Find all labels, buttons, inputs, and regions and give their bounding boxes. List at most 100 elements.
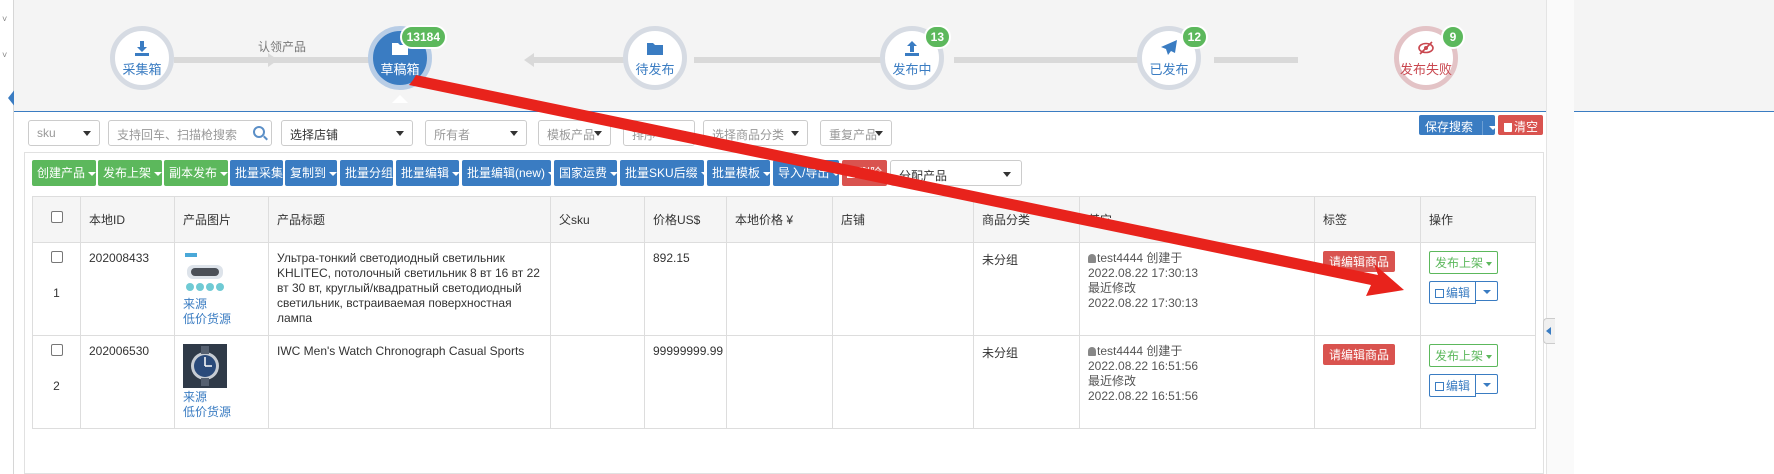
claim-product-link[interactable]: 认领产品: [258, 38, 306, 55]
chevron-down-icon: [832, 171, 841, 176]
chevron-down-icon[interactable]: [1488, 125, 1497, 130]
chevron-down-icon: [1486, 261, 1493, 266]
sort-select[interactable]: 排序: [623, 120, 695, 146]
search-input[interactable]: 支持回车、扫描枪搜索: [108, 120, 272, 146]
step-published[interactable]: 已发布 12: [1137, 25, 1208, 90]
step-publish-failed[interactable]: 发布失败 9: [1394, 25, 1465, 90]
divider: [1482, 120, 1484, 135]
duplicate-product-select[interactable]: 重复产品: [820, 120, 892, 146]
edit-button[interactable]: 编辑: [1429, 374, 1477, 397]
delete-button[interactable]: 删除: [842, 160, 887, 186]
column-header: 其它: [1079, 196, 1315, 243]
chevron-down-icon: [154, 171, 163, 176]
clear-button[interactable]: 清空: [1498, 115, 1543, 135]
source-link[interactable]: 来源: [183, 297, 260, 312]
owner-select-value: 所有者: [434, 128, 471, 142]
status-badge: 请编辑商品: [1323, 344, 1396, 365]
edit-icon: [1435, 382, 1444, 391]
assign-product-select[interactable]: 分配产品: [890, 160, 1022, 186]
step-count-badge: 13184: [399, 25, 447, 49]
search-icon[interactable]: [253, 126, 265, 138]
column-header: 商品分类: [973, 196, 1080, 243]
step-label: 发布中: [892, 62, 932, 77]
store-select[interactable]: 选择店铺: [281, 120, 413, 146]
product-title[interactable]: IWC Men's Watch Chronograph Casual Sport…: [277, 344, 542, 359]
status-badge: 请编辑商品: [1323, 251, 1396, 272]
country-shipping-button[interactable]: 国家运费: [554, 160, 619, 186]
product-image-cell: 来源 低价货源: [174, 242, 269, 336]
batch-group-button[interactable]: 批量分组: [340, 160, 393, 186]
button-label: 编辑: [1446, 379, 1471, 393]
template-select-value: 模板产品: [547, 128, 596, 142]
step-label: 已发布: [1149, 62, 1189, 77]
copy-to-button[interactable]: 复制到: [285, 160, 338, 186]
table-header-row: 本地ID 产品图片 产品标题 父sku 价格US$ 本地价格 ¥ 店铺 商品分类…: [32, 196, 1536, 243]
chevron-down-icon: [678, 131, 686, 136]
local-price: [726, 335, 833, 429]
batch-collect-button[interactable]: 批量采集: [230, 160, 283, 186]
product-thumbnail-image[interactable]: [183, 251, 227, 295]
sort-select-value: 排序: [632, 128, 657, 142]
row-select-cell: 1: [32, 242, 81, 336]
publish-dropdown-button[interactable]: 发布上架: [1429, 251, 1499, 274]
local-id: 202006530: [80, 335, 175, 429]
tags-cell: 请编辑商品: [1314, 242, 1421, 336]
creator-line: test4444 创建于: [1088, 251, 1306, 266]
step-pending-publish[interactable]: 待发布: [623, 26, 687, 90]
low-price-source-link[interactable]: 低价货源: [183, 312, 260, 327]
batch-sku-suffix-button[interactable]: 批量SKU后缀: [620, 160, 709, 186]
button-label: 发布上架: [1435, 256, 1484, 270]
modified-time: 2022.08.22 16:51:56: [1088, 389, 1199, 403]
actions-cell: 发布上架 编辑: [1420, 242, 1536, 336]
right-scroll-strip: [1546, 0, 1574, 474]
category-cell: 未分组: [973, 242, 1080, 336]
product-image-cell: 来源 低价货源: [174, 335, 269, 429]
copy-publish-button[interactable]: 副本发布: [164, 160, 229, 186]
product-title-cell: Ультра-тонкий светодиодный светильник KH…: [268, 242, 551, 336]
product-thumbnail-image[interactable]: [183, 344, 227, 388]
column-header: 操作: [1420, 196, 1536, 243]
category-select[interactable]: 选择商品分类: [703, 120, 808, 146]
edit-dropdown-toggle[interactable]: [1476, 281, 1499, 301]
row-number: 2: [53, 379, 60, 393]
assign-select-value: 分配产品: [899, 169, 948, 183]
edit-dropdown-toggle[interactable]: [1476, 374, 1499, 394]
batch-template-button[interactable]: 批量模板: [707, 160, 772, 186]
batch-edit-button[interactable]: 批量编辑: [396, 160, 461, 186]
low-price-source-link[interactable]: 低价货源: [183, 405, 260, 420]
publish-button[interactable]: 发布上架: [98, 160, 163, 186]
create-product-button[interactable]: 创建产品: [32, 160, 97, 186]
save-search-button[interactable]: 保存搜索: [1419, 115, 1497, 135]
column-header: 产品图片: [174, 196, 269, 243]
publish-dropdown-button[interactable]: 发布上架: [1429, 344, 1499, 367]
row-checkbox[interactable]: [50, 251, 63, 263]
step-collection-box[interactable]: 采集箱: [110, 26, 174, 90]
row-checkbox[interactable]: [50, 344, 63, 356]
template-product-select[interactable]: 模板产品: [538, 120, 611, 146]
button-label: 批量分组: [345, 166, 394, 180]
import-export-button[interactable]: 导入/导出: [773, 160, 841, 186]
owner-select[interactable]: 所有者: [425, 120, 527, 146]
column-header: 标签: [1314, 196, 1421, 243]
creator-line: test4444 创建于: [1088, 344, 1306, 359]
created-time: 2022.08.22 16:51:56: [1088, 359, 1199, 373]
select-all-checkbox[interactable]: [50, 211, 63, 223]
step-label: 草稿箱: [380, 62, 420, 77]
user-icon: [1088, 254, 1096, 263]
product-title[interactable]: Ультра-тонкий светодиодный светильник KH…: [277, 251, 542, 326]
step-draft-box[interactable]: 草稿箱 13184: [368, 25, 447, 90]
chevron-down-icon: [396, 131, 404, 136]
chevron-down-icon: [875, 131, 883, 136]
button-label: 发布上架: [103, 166, 152, 180]
source-link[interactable]: 来源: [183, 390, 260, 405]
sku-select[interactable]: sku: [28, 120, 100, 146]
duplicate-select-value: 重复产品: [829, 128, 878, 142]
right-panel-toggle-icon[interactable]: [1543, 318, 1555, 344]
batch-edit-new-button[interactable]: 批量编辑(new): [462, 160, 557, 186]
tags-cell: 请编辑商品: [1314, 335, 1421, 429]
category-select-value: 选择商品分类: [712, 128, 785, 142]
parent-sku: [550, 335, 645, 429]
edit-button[interactable]: 编辑: [1429, 281, 1477, 304]
left-sidebar-strip: ˅ ˅: [0, 0, 14, 474]
step-publishing[interactable]: 发布中 13: [880, 25, 951, 90]
